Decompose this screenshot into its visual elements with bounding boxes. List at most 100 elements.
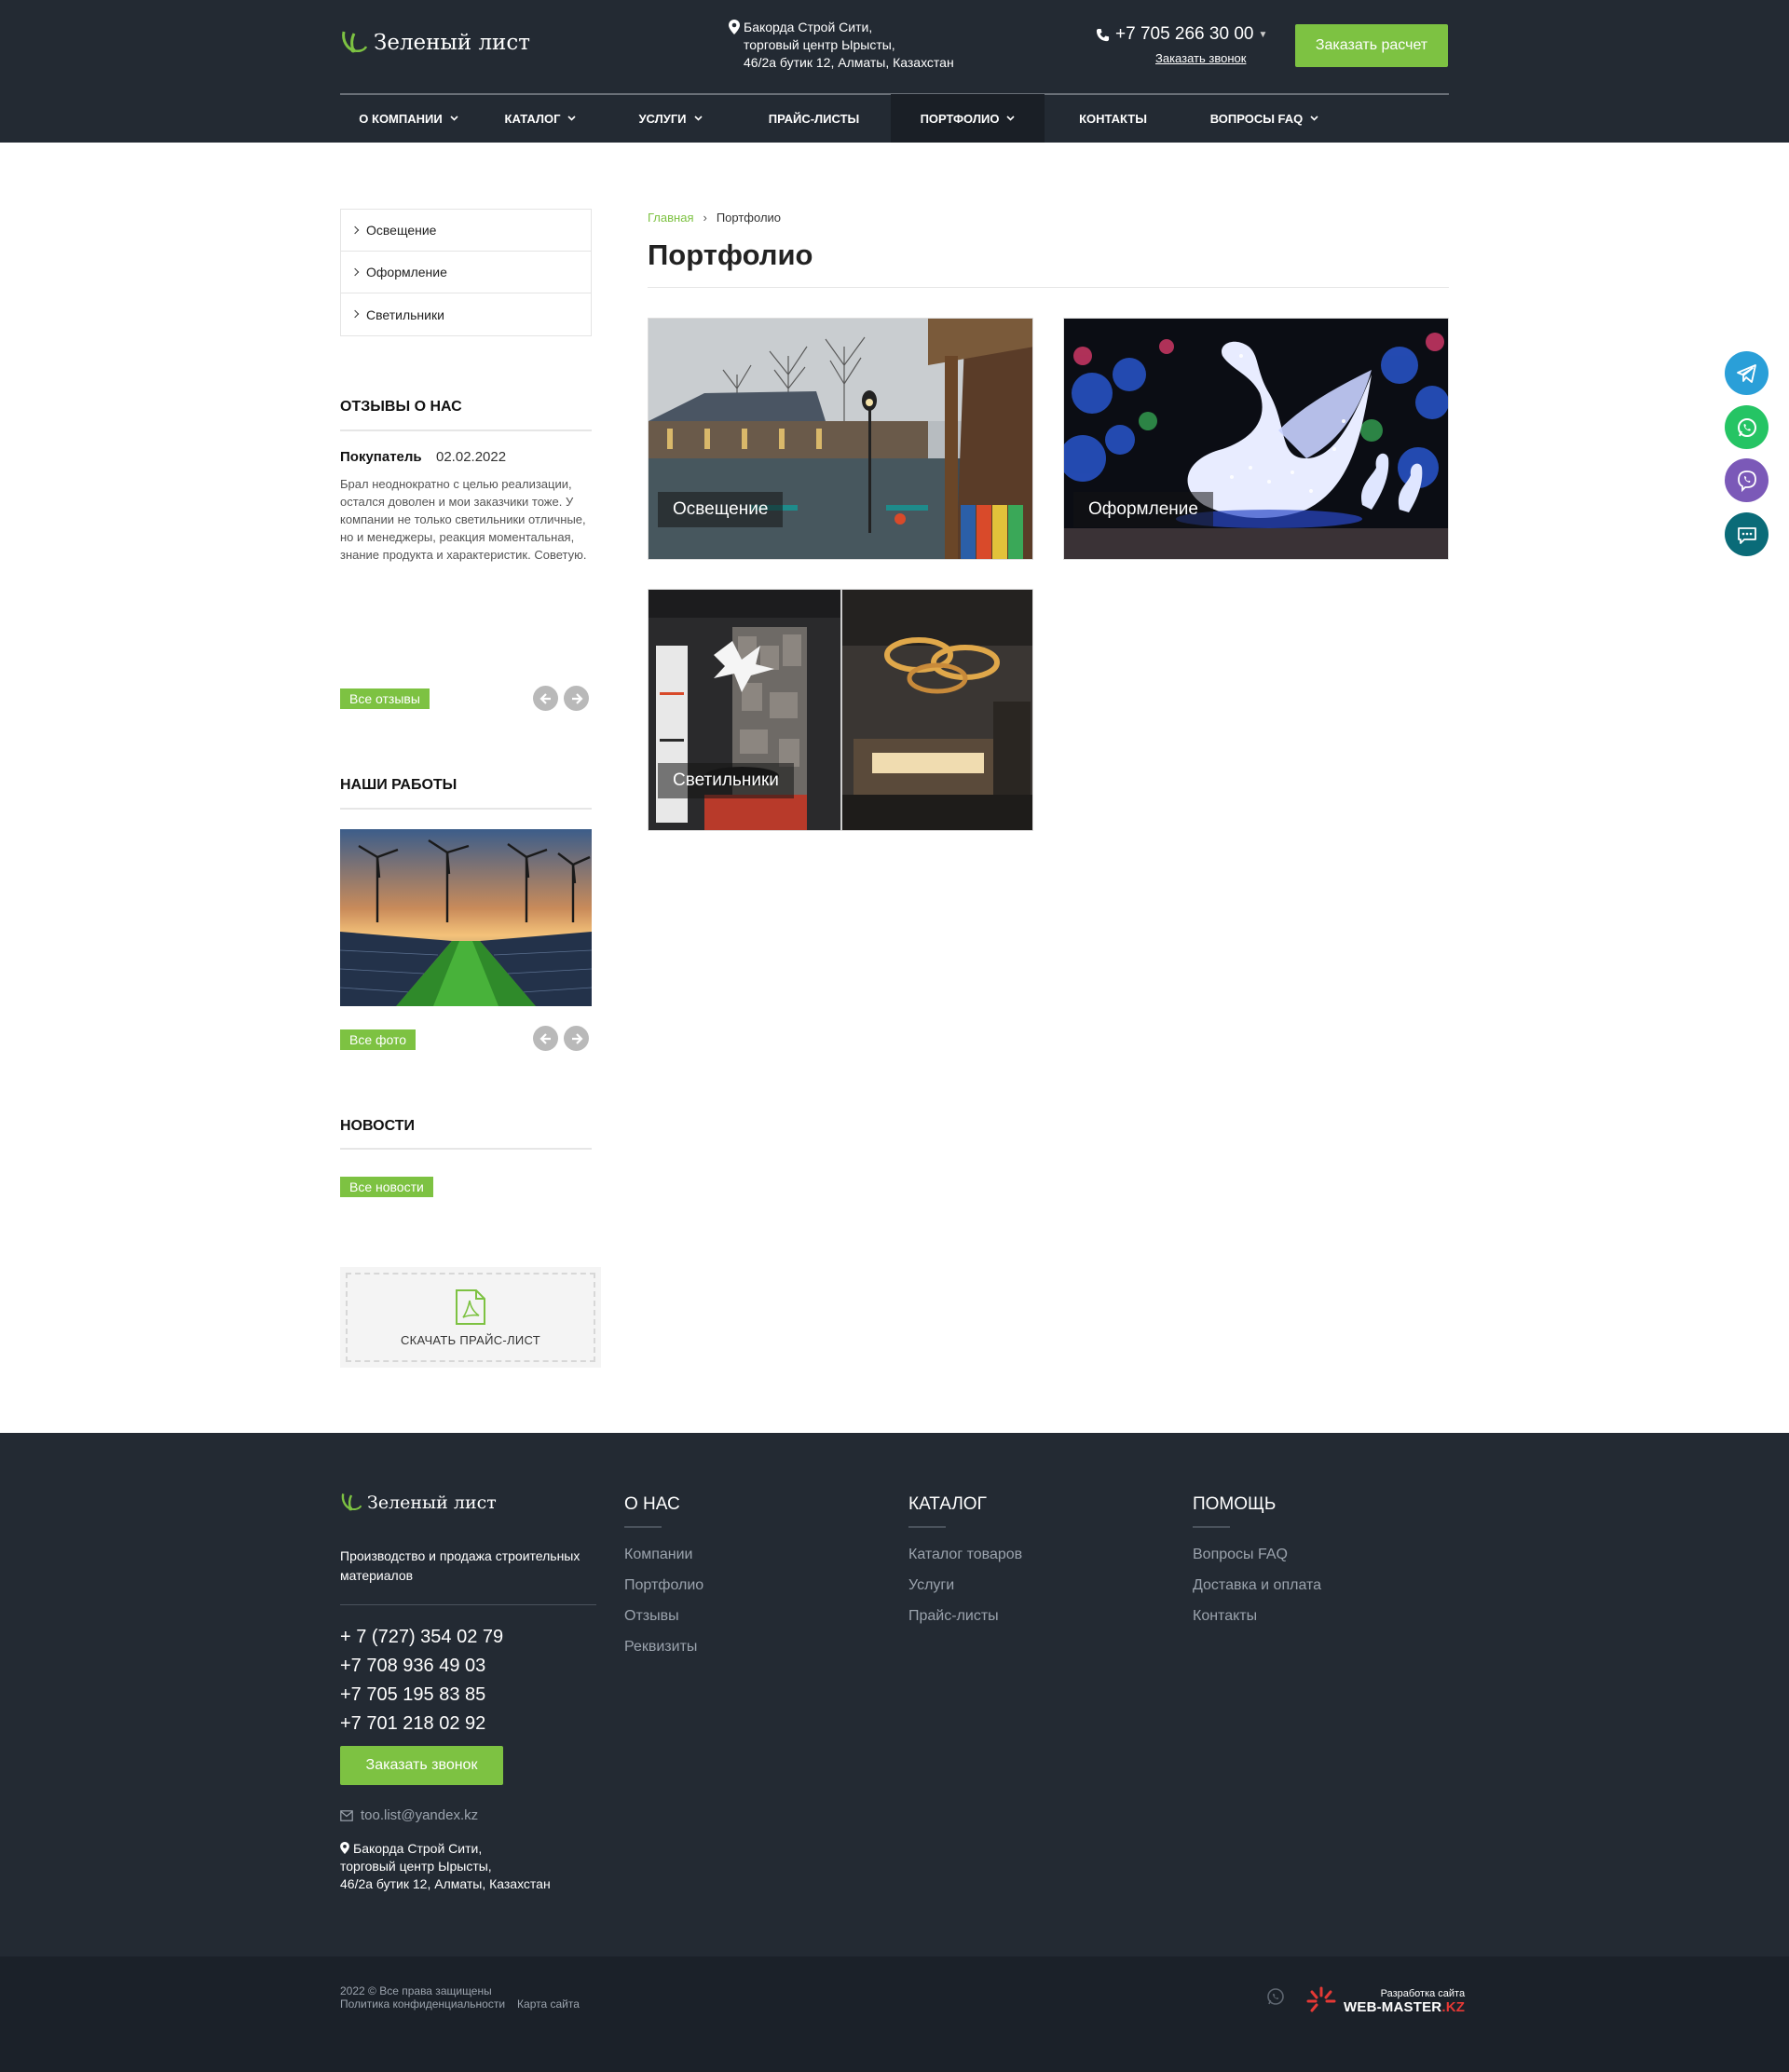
nav-item-catalog[interactable]: Каталог (477, 94, 604, 143)
nav-item-portfolio[interactable]: Портфолио (891, 94, 1045, 143)
footer-link-products[interactable]: Каталог товаров (908, 1539, 1022, 1570)
footer-link-contacts[interactable]: Контакты (1193, 1601, 1321, 1631)
telegram-icon (1736, 363, 1756, 383)
arrow-left-icon[interactable] (533, 1026, 558, 1051)
chevron-down-icon (1006, 116, 1016, 121)
whatsapp-icon (1737, 417, 1756, 437)
footer-link-delivery[interactable]: Доставка и оплата (1193, 1570, 1321, 1601)
header-address: Бакорда Строй Сити, торговый центр Ырыст… (729, 19, 954, 72)
footer-divider (340, 1604, 596, 1605)
sitemap-link[interactable]: Карта сайта (517, 1997, 580, 2011)
telegram-button[interactable] (1725, 351, 1769, 395)
leaf-logo-icon (341, 1493, 362, 1511)
footer-link-reviews[interactable]: Отзывы (624, 1601, 703, 1631)
portfolio-tile-decoration[interactable]: Оформление (1063, 318, 1449, 560)
pdf-icon (456, 1288, 485, 1325)
works-title: Наши работы (340, 777, 457, 793)
chat-icon (1737, 526, 1756, 544)
viber-icon (1737, 470, 1756, 492)
chevron-down-icon (450, 116, 458, 121)
viber-button[interactable] (1725, 458, 1769, 502)
map-pin-icon (729, 20, 740, 34)
works-slider-arrows (533, 1026, 589, 1051)
tile-caption: Оформление (1073, 492, 1213, 527)
reviews-divider (340, 429, 592, 431)
footer-phone-4[interactable]: +7 701 218 02 92 (340, 1710, 503, 1738)
header-phone[interactable]: +7 705 266 30 00 ▼ (1096, 24, 1267, 45)
portfolio-tile-lighting[interactable]: Освещение (648, 318, 1033, 560)
mail-icon (340, 1809, 353, 1821)
work-photo-wind-solar[interactable] (340, 829, 592, 1006)
footer-col-about: О нас Компании Портфолио Отзывы Реквизит… (624, 1494, 703, 1662)
map-pin-icon (340, 1842, 349, 1854)
footer-col-catalog: Каталог Каталог товаров Услуги Прайс-лис… (908, 1494, 1022, 1631)
review-author: Покупатель (340, 449, 422, 465)
footer-bottom-bar (0, 1956, 1789, 2072)
phone-number: +7 705 266 30 00 (1115, 24, 1254, 44)
chat-button[interactable] (1725, 512, 1769, 556)
all-reviews-link[interactable]: Все отзывы (340, 688, 430, 709)
whatsapp-button[interactable] (1725, 405, 1769, 449)
footer-col-title: О нас (624, 1494, 680, 1514)
breadcrumb-home[interactable]: Главная (648, 211, 693, 225)
sidebar-item-luminaires[interactable]: Светильники (341, 293, 591, 335)
chevron-down-icon[interactable]: ▼ (1258, 30, 1267, 40)
arrow-right-icon[interactable] (564, 1026, 589, 1051)
nav-item-contacts[interactable]: Контакты (1045, 94, 1181, 143)
callback-link[interactable]: Заказать звонок (1155, 51, 1246, 65)
all-photos-link[interactable]: Все фото (340, 1029, 417, 1050)
whatsapp-icon[interactable] (1265, 1986, 1286, 2007)
reviews-title: Отзывы о нас (340, 399, 462, 415)
footer-address: Бакорда Строй Сити, торговый центр Ырыст… (340, 1841, 551, 1891)
site-header: Зеленый лист Бакорда Строй Сити, торговы… (0, 0, 1789, 143)
footer-col-title: Помощь (1193, 1494, 1277, 1514)
footer-link-services[interactable]: Услуги (908, 1570, 1022, 1601)
sidebar-item-decoration[interactable]: Оформление (341, 252, 591, 293)
chevron-down-icon (693, 116, 703, 121)
all-news-link[interactable]: Все новости (340, 1177, 433, 1197)
review-date: 02.02.2022 (436, 449, 507, 465)
footer-email[interactable]: too.list@yandex.kz (340, 1807, 478, 1823)
title-divider (648, 287, 1449, 288)
download-pricelist-button[interactable]: Скачать прайс-лист (340, 1267, 601, 1368)
breadcrumb-current: Портфолио (716, 211, 782, 225)
works-divider (340, 808, 592, 810)
developer-credit[interactable]: Разработка сайта WEB-MASTER.KZ (1304, 1984, 1465, 2018)
breadcrumb-separator: › (703, 211, 707, 225)
news-title: Новости (340, 1118, 416, 1134)
breadcrumb: Главная › Портфолио (648, 211, 781, 225)
nav-item-faq[interactable]: Вопросы FAQ (1181, 94, 1347, 143)
pricelist-label: Скачать прайс-лист (400, 1332, 541, 1347)
pricelist-box: Скачать прайс-лист (346, 1273, 595, 1362)
footer-link-pricelists[interactable]: Прайс-листы (908, 1601, 1022, 1631)
footer-col-title: Каталог (908, 1494, 987, 1514)
footer-callback-button[interactable]: Заказать звонок (340, 1746, 503, 1785)
sidebar-item-lighting[interactable]: Освещение (341, 210, 591, 252)
copyright: 2022 © Все права защищены Политика конфи… (340, 1984, 580, 2011)
arrow-left-icon[interactable] (533, 686, 558, 711)
footer-col-underline (908, 1526, 946, 1528)
footer-phone-3[interactable]: +7 705 195 83 85 (340, 1681, 503, 1710)
footer-link-faq[interactable]: Вопросы FAQ (1193, 1539, 1321, 1570)
copyright-text: 2022 © Все права защищены (340, 1984, 492, 1997)
order-estimate-button[interactable]: Заказать расчет (1295, 24, 1448, 67)
nav-item-services[interactable]: Услуги (604, 94, 737, 143)
phone-icon (1096, 28, 1110, 41)
footer-link-requisites[interactable]: Реквизиты (624, 1631, 703, 1662)
footer-link-portfolio[interactable]: Портфолио (624, 1570, 703, 1601)
main-nav: О компании Каталог Услуги Прайс-листы По… (340, 94, 1347, 143)
footer-link-company[interactable]: Компании (624, 1539, 703, 1570)
footer-logo[interactable]: Зеленый лист (340, 1491, 497, 1515)
arrow-right-icon[interactable] (564, 686, 589, 711)
portfolio-tile-luminaires[interactable]: Светильники (648, 589, 1033, 831)
footer-phone-1[interactable]: + 7 (727) 354 02 79 (340, 1623, 503, 1652)
footer-phone-2[interactable]: +7 708 936 49 03 (340, 1652, 503, 1681)
privacy-policy-link[interactable]: Политика конфиденциальности (340, 1997, 505, 2011)
nav-item-pricelists[interactable]: Прайс-листы (737, 94, 891, 143)
site-logo[interactable]: Зеленый лист (340, 28, 530, 58)
footer-phones: + 7 (727) 354 02 79 +7 708 936 49 03 +7 … (340, 1623, 503, 1738)
news-divider (340, 1148, 592, 1150)
webmaster-logo-icon (1306, 1986, 1336, 2012)
footer-logo-text: Зеленый лист (367, 1493, 497, 1513)
nav-item-about[interactable]: О компании (340, 94, 477, 143)
